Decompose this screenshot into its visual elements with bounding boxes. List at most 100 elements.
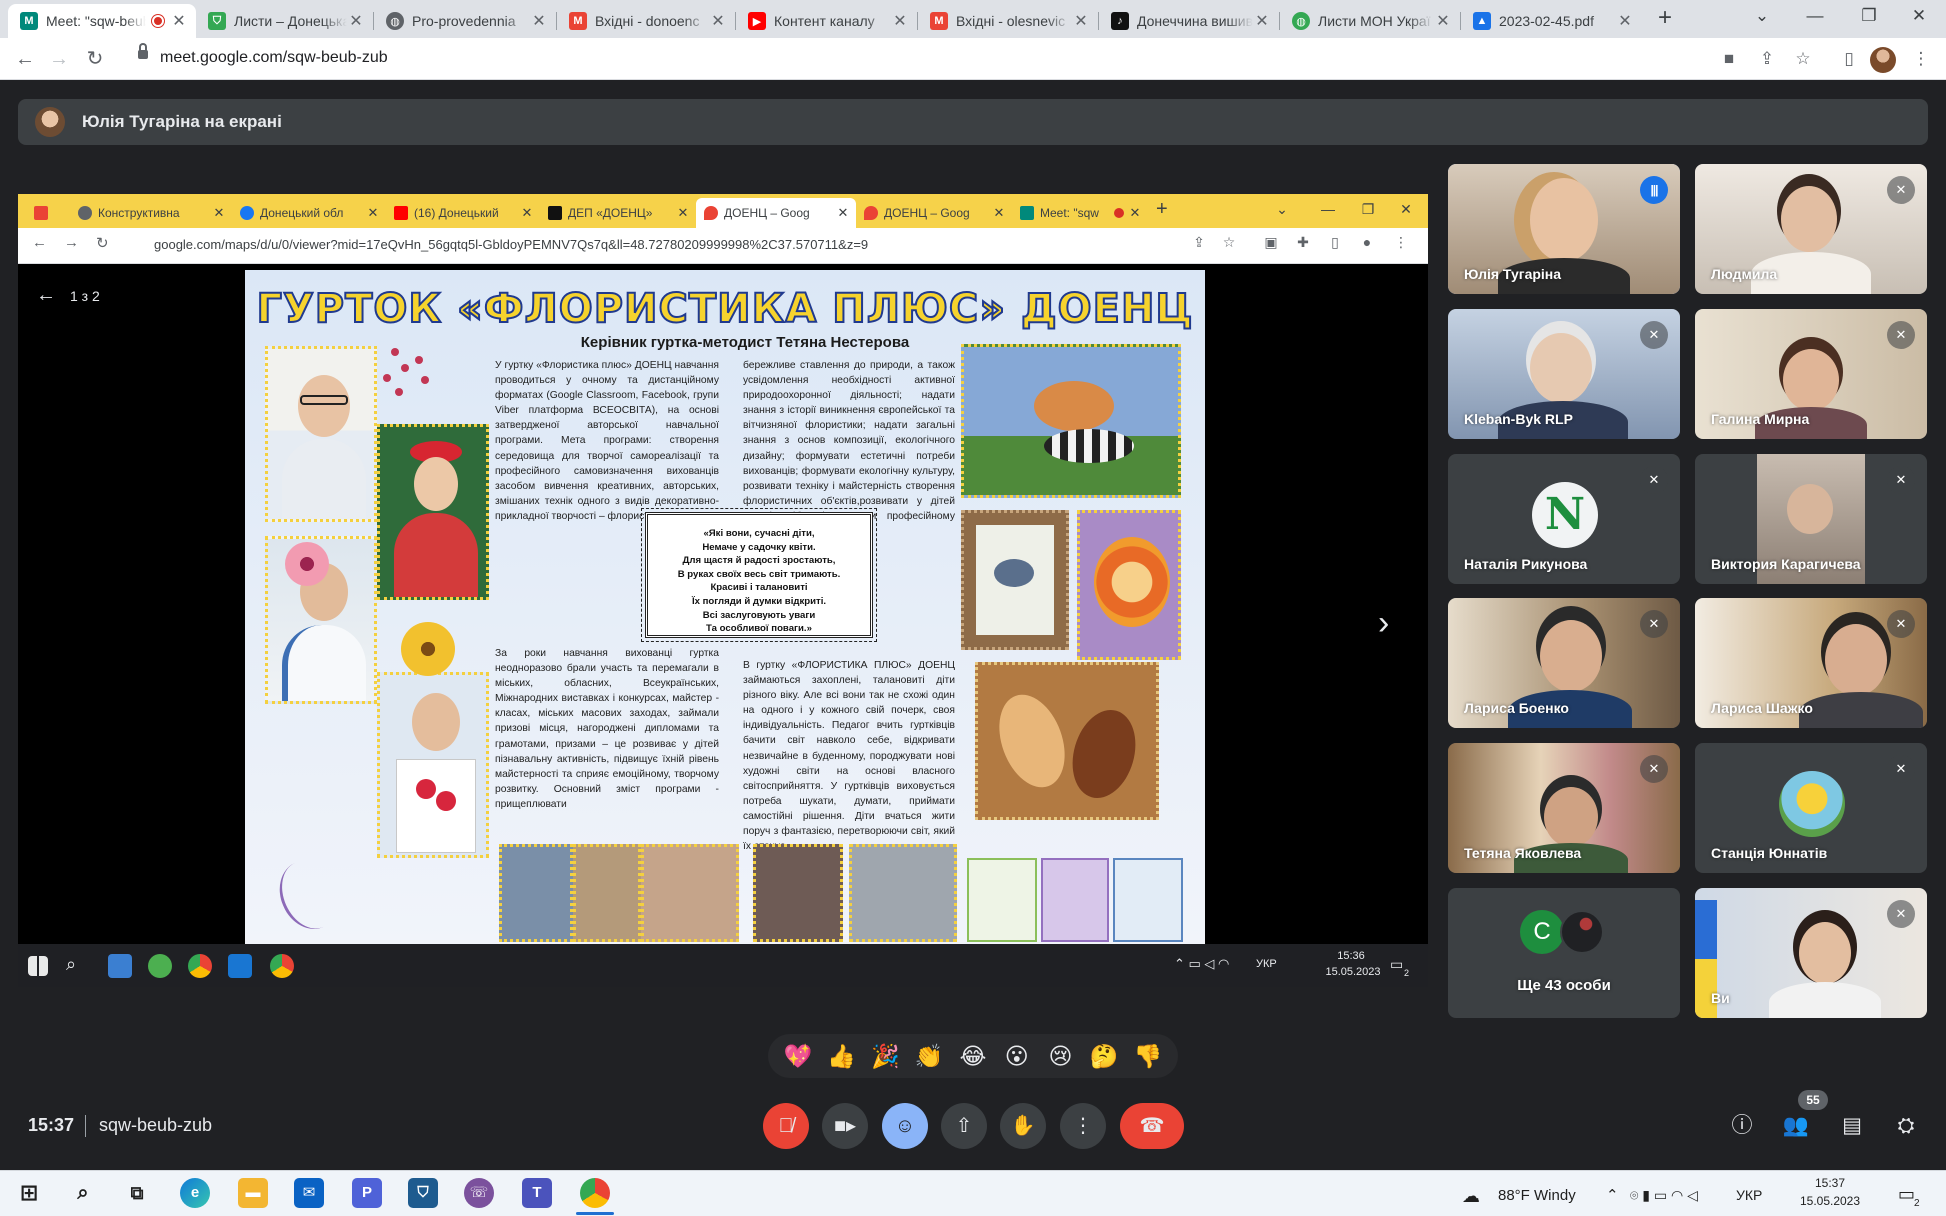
participant-tile[interactable]: ✕ Лариса Шажко bbox=[1695, 598, 1927, 728]
close-tab-icon[interactable]: ✕ bbox=[170, 11, 188, 31]
activities-icon[interactable]: ⛭ bbox=[1890, 1110, 1922, 1142]
close-tab-icon: ✕ bbox=[677, 205, 689, 220]
participant-tile-self[interactable]: ✕ Ви bbox=[1695, 888, 1927, 1018]
participant-tile[interactable]: ✕ Станція Юннатів bbox=[1695, 743, 1927, 873]
profile-avatar[interactable] bbox=[1870, 47, 1896, 73]
berry-illustration bbox=[391, 348, 399, 356]
reaction-laugh[interactable]: 😂 bbox=[953, 1043, 993, 1070]
close-tab-icon[interactable]: ✕ bbox=[1072, 11, 1090, 31]
participant-tile[interactable]: ✕ Тетяна Яковлева bbox=[1448, 743, 1680, 873]
mic-muted-icon: ✕ bbox=[1887, 900, 1915, 928]
reaction-thumbs-down[interactable]: 👎 bbox=[1128, 1043, 1168, 1070]
mail-icon[interactable]: ✉ bbox=[294, 1178, 324, 1208]
camera-icon[interactable]: ■ bbox=[1714, 44, 1744, 74]
participant-tile[interactable]: N ✕ Наталія Рикунова bbox=[1448, 454, 1680, 584]
tray-chevron-icon[interactable]: ⌃ bbox=[1606, 1186, 1619, 1204]
reactions-button[interactable]: ☺ bbox=[882, 1103, 928, 1149]
viber-icon[interactable]: ☏ bbox=[464, 1178, 494, 1208]
browser-tab-tiktok[interactable]: ♪ Донеччина вишив ✕ bbox=[1099, 4, 1279, 38]
windows-start-icon[interactable]: ⊞ bbox=[14, 1178, 44, 1208]
close-tab-icon[interactable]: ✕ bbox=[347, 11, 365, 31]
close-tab-icon[interactable]: ✕ bbox=[1434, 11, 1452, 31]
reaction-surprised[interactable]: 😮 bbox=[997, 1043, 1037, 1070]
leave-call-button[interactable]: ☎ bbox=[1120, 1103, 1184, 1149]
participant-tile[interactable]: ✕ Лариса Боенко bbox=[1448, 598, 1680, 728]
search-icon[interactable]: ⌕ bbox=[68, 1178, 98, 1208]
app-p-icon[interactable]: P bbox=[352, 1178, 382, 1208]
forward-icon[interactable]: → bbox=[44, 44, 74, 74]
browser-tab-lysty-donetska[interactable]: ⛉ Листи – Донецька ✕ bbox=[196, 4, 373, 38]
more-vert-icon: ⋮ bbox=[1073, 1115, 1093, 1137]
shield-icon: ⛉ bbox=[208, 12, 226, 30]
artwork-lion-flowers bbox=[1077, 510, 1181, 660]
mic-off-icon: 🎙̸ bbox=[778, 1115, 794, 1137]
reload-icon[interactable]: ↻ bbox=[80, 44, 110, 74]
participant-tile[interactable]: ✕ Kleban-Byk RLP bbox=[1448, 309, 1680, 439]
browser-tab-lysty-mon[interactable]: ◍ Листи МОН Украї ✕ bbox=[1280, 4, 1460, 38]
side-panel-icon[interactable]: ▯ bbox=[1834, 44, 1864, 74]
clock-date[interactable]: 15.05.2023 bbox=[1790, 1194, 1870, 1208]
browser-tab-pro-provedennia[interactable]: ◍ Pro-provedennia ✕ bbox=[374, 4, 556, 38]
close-tab-icon[interactable]: ✕ bbox=[1253, 11, 1271, 31]
restore-icon[interactable]: ❐ bbox=[1842, 0, 1896, 34]
browser-tab-meet[interactable]: M Meet: "sqw-beub-zub" ✕ bbox=[8, 4, 196, 38]
reaction-thinking[interactable]: 🤔 bbox=[1084, 1043, 1124, 1070]
reload-icon: ↻ bbox=[96, 235, 109, 252]
participant-tile[interactable]: ✕ Галина Мирна bbox=[1695, 309, 1927, 439]
close-tab-icon[interactable]: ✕ bbox=[709, 11, 727, 31]
hang-up-icon: ☎ bbox=[1139, 1115, 1165, 1137]
reaction-clap[interactable]: 👏 bbox=[909, 1043, 949, 1070]
browser-tab-pdf[interactable]: ▲ 2023-02-45.pdf ✕ bbox=[1461, 4, 1642, 38]
photo-kids-working-2 bbox=[573, 844, 641, 942]
address-bar[interactable]: meet.google.com/sqw-beub-zub bbox=[160, 49, 388, 67]
weather-text[interactable]: 88°F Windy bbox=[1498, 1187, 1576, 1204]
edge-icon[interactable]: e bbox=[180, 1178, 210, 1208]
raise-hand-button[interactable]: ✋ bbox=[1000, 1103, 1046, 1149]
share-icon: ⇪ bbox=[1193, 234, 1205, 250]
teams-icon[interactable]: T bbox=[522, 1178, 552, 1208]
close-tab-icon[interactable]: ✕ bbox=[530, 11, 548, 31]
more-options-button[interactable]: ⋮ bbox=[1060, 1103, 1106, 1149]
task-view-icon[interactable]: ⧉ bbox=[122, 1178, 152, 1208]
mic-toggle-button[interactable]: 🎙̸ bbox=[763, 1103, 809, 1149]
present-button[interactable]: ⇧ bbox=[941, 1103, 987, 1149]
camera-toggle-button[interactable]: ■▸ bbox=[822, 1103, 868, 1149]
close-tab-icon: ✕ bbox=[837, 205, 849, 220]
reaction-heart[interactable]: 💖 bbox=[778, 1043, 818, 1070]
mic-muted-icon: ✕ bbox=[1887, 321, 1915, 349]
clock-time[interactable]: 15:37 bbox=[1790, 1176, 1870, 1190]
more-participants-tile[interactable]: C Ще 43 особи bbox=[1448, 888, 1680, 1018]
bookmark-star-icon[interactable]: ☆ bbox=[1788, 44, 1818, 74]
back-icon[interactable]: ← bbox=[10, 44, 40, 74]
file-explorer-icon[interactable]: ▬ bbox=[238, 1178, 268, 1208]
shield-app-icon[interactable]: ⛉ bbox=[408, 1178, 438, 1208]
tray-icons[interactable]: ⌾ ▮ ▭ ◠ ◁ bbox=[1630, 1187, 1698, 1204]
menu-icon[interactable]: ⋮ bbox=[1906, 44, 1936, 74]
chrome-icon[interactable] bbox=[580, 1178, 610, 1208]
tab-search-icon[interactable]: ⌄ bbox=[1735, 0, 1789, 34]
reaction-party[interactable]: 🎉 bbox=[865, 1043, 905, 1070]
close-tab-icon[interactable]: ✕ bbox=[891, 11, 909, 31]
minimize-icon[interactable]: — bbox=[1788, 0, 1842, 34]
notification-icon[interactable]: ▭ bbox=[1898, 1184, 1915, 1205]
participant-tile[interactable]: ✕ Людмила bbox=[1695, 164, 1927, 294]
chat-icon[interactable]: ▤ bbox=[1836, 1110, 1868, 1142]
share-icon[interactable]: ⇪ bbox=[1752, 44, 1782, 74]
close-tab-icon[interactable]: ✕ bbox=[1616, 11, 1634, 31]
pink-flower-illustration bbox=[285, 542, 329, 586]
people-icon[interactable]: 👥 bbox=[1780, 1110, 1812, 1142]
meeting-info-icon[interactable]: ⓘ bbox=[1726, 1110, 1758, 1142]
reaction-sad[interactable]: 😢 bbox=[1040, 1043, 1080, 1070]
new-tab-button[interactable]: + bbox=[1650, 4, 1680, 34]
participant-tile[interactable]: ✕ Виктория Карагичева bbox=[1695, 454, 1927, 584]
participant-tile[interactable]: ||| Юлія Тугаріна bbox=[1448, 164, 1680, 294]
reaction-thumbs-up[interactable]: 👍 bbox=[822, 1043, 862, 1070]
language-indicator[interactable]: УКР bbox=[1736, 1187, 1762, 1203]
globe-icon: ◍ bbox=[386, 12, 404, 30]
browser-tab-youtube-content[interactable]: ▶ Контент каналу ✕ bbox=[736, 4, 917, 38]
close-window-icon[interactable]: ✕ bbox=[1892, 0, 1946, 34]
browser-tab-inbox-olesnevic[interactable]: M Вхідні - olesnevic ✕ bbox=[918, 4, 1098, 38]
poster-title: ГУРТОК «ФЛОРИСТИКА ПЛЮС» ДОЕНЦ bbox=[255, 285, 1194, 333]
browser-tab-inbox-donoenc[interactable]: M Вхідні - donoenc ✕ bbox=[557, 4, 735, 38]
profile-avatar: ● bbox=[1362, 234, 1372, 250]
